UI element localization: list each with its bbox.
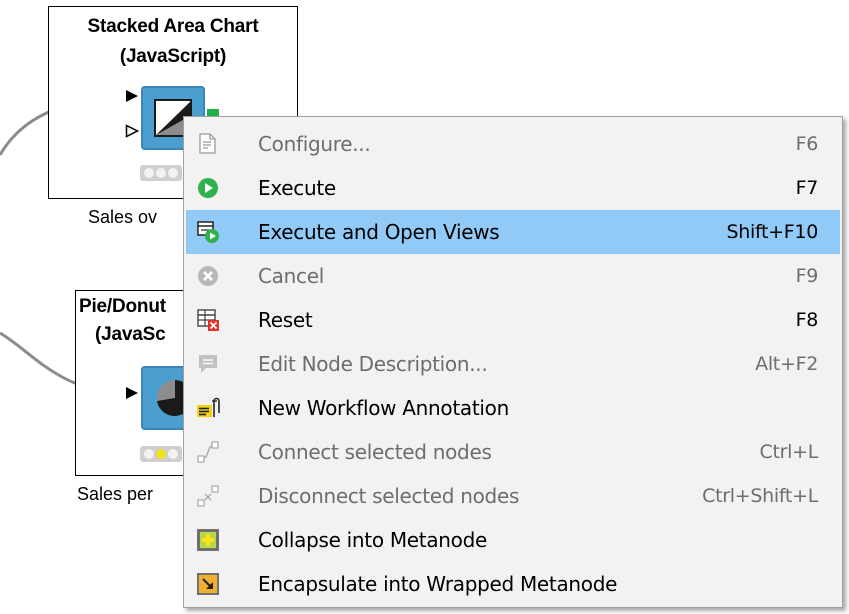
- node-status-light: [140, 165, 182, 181]
- menu-item-label: Configure...: [258, 132, 371, 156]
- menu-item-shortcut: Shift+F10: [726, 221, 818, 243]
- menu-item-execute-open-views[interactable]: Execute and Open Views Shift+F10: [186, 210, 840, 254]
- menu-item-new-workflow-annotation[interactable]: New Workflow Annotation: [186, 386, 840, 430]
- menu-item-reset[interactable]: Reset F8: [186, 298, 840, 342]
- menu-item-shortcut: Alt+F2: [755, 353, 818, 375]
- menu-item-label: Encapsulate into Wrapped Metanode: [258, 572, 618, 596]
- menu-item-shortcut: Ctrl+Shift+L: [702, 485, 818, 507]
- disconnect-nodes-icon: [196, 484, 220, 508]
- execute-icon: [196, 176, 220, 200]
- menu-item-label: Disconnect selected nodes: [258, 484, 520, 508]
- edit-description-icon: [196, 352, 220, 376]
- menu-item-label: Collapse into Metanode: [258, 528, 487, 552]
- wrapped-metanode-icon: [196, 572, 220, 596]
- collapse-metanode-icon: [196, 528, 220, 552]
- input-port-filled[interactable]: [125, 89, 139, 103]
- menu-item-shortcut: F8: [795, 309, 819, 331]
- menu-item-collapse-into-metanode[interactable]: Collapse into Metanode: [186, 518, 840, 562]
- menu-item-connect-selected-nodes[interactable]: Connect selected nodes Ctrl+L: [186, 430, 840, 474]
- menu-item-shortcut: Ctrl+L: [759, 441, 818, 463]
- menu-item-label: Edit Node Description...: [258, 352, 488, 376]
- node-status-light: [140, 446, 182, 462]
- menu-item-label: Connect selected nodes: [258, 440, 492, 464]
- menu-item-shortcut: F6: [795, 133, 819, 155]
- menu-item-label: Reset: [258, 308, 313, 332]
- menu-item-disconnect-selected-nodes[interactable]: Disconnect selected nodes Ctrl+Shift+L: [186, 474, 840, 518]
- menu-item-label: New Workflow Annotation: [258, 396, 509, 420]
- node-title-line1: Stacked Area Chart: [87, 16, 259, 37]
- execute-open-views-icon: [196, 220, 220, 244]
- menu-item-encapsulate-wrapped-metanode[interactable]: Encapsulate into Wrapped Metanode: [186, 562, 840, 606]
- menu-item-configure[interactable]: Configure... F6: [186, 122, 840, 166]
- reset-icon: [196, 308, 220, 332]
- node-label[interactable]: Sales ov: [88, 207, 157, 228]
- input-port-hollow[interactable]: [125, 124, 139, 138]
- menu-item-cancel[interactable]: Cancel F9: [186, 254, 840, 298]
- menu-item-label: Cancel: [258, 264, 324, 288]
- menu-item-edit-node-description[interactable]: Edit Node Description... Alt+F2: [186, 342, 840, 386]
- context-menu[interactable]: Configure... F6 Execute F7 Execute and O…: [183, 116, 843, 608]
- node-title-line2: (JavaScript): [119, 46, 227, 67]
- connect-nodes-icon: [196, 440, 220, 464]
- node-label[interactable]: Sales per: [77, 484, 153, 505]
- workflow-canvas[interactable]: Stacked Area Chart (JavaScript) Sales ov…: [0, 0, 849, 614]
- annotation-icon: [196, 396, 220, 420]
- menu-item-shortcut: F9: [795, 265, 819, 287]
- cancel-icon: [196, 264, 220, 288]
- menu-item-shortcut: F7: [795, 177, 819, 199]
- menu-item-execute[interactable]: Execute F7: [186, 166, 840, 210]
- input-port-filled[interactable]: [125, 386, 139, 400]
- menu-item-label: Execute: [258, 176, 336, 200]
- menu-item-label: Execute and Open Views: [258, 220, 500, 244]
- configure-icon: [196, 132, 220, 156]
